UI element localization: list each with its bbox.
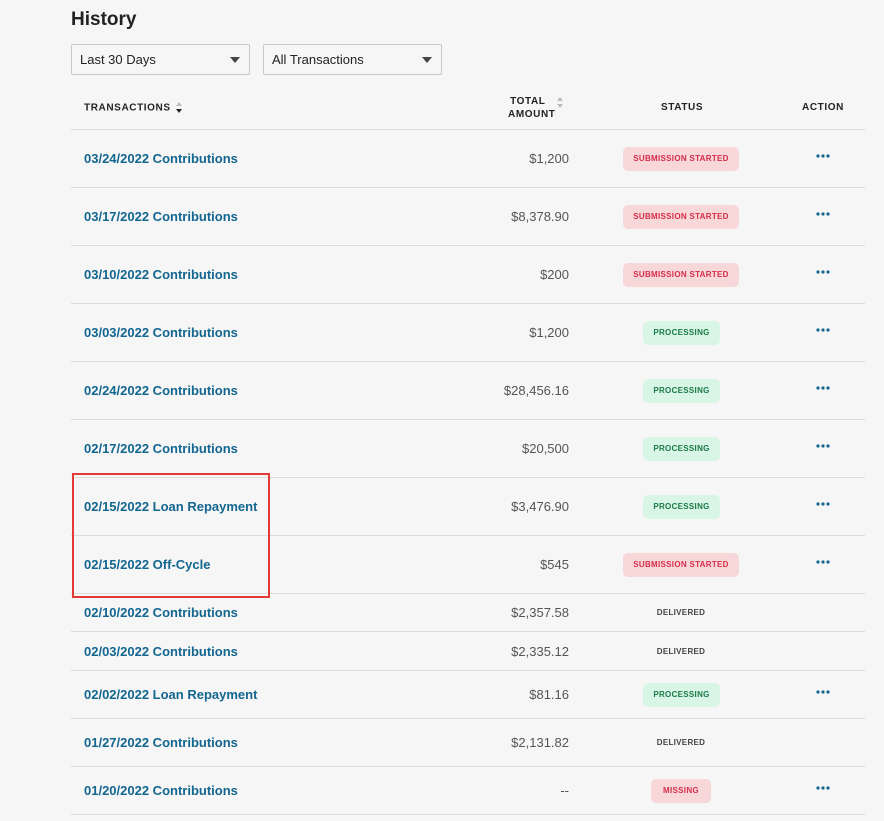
status-badge: DELIVERED [656, 646, 706, 656]
more-horizontal-icon[interactable] [816, 153, 830, 163]
total-amount: $20,500 [522, 441, 569, 456]
total-amount: $1,200 [529, 325, 569, 340]
transaction-link[interactable]: 02/10/2022 Contributions [84, 605, 238, 620]
table-header: TRANSACTIONS TOTAL AMOUNT STATUS ACTION [71, 89, 865, 130]
table-row: 03/10/2022 Contributions $200 SUBMISSION S… [71, 246, 865, 304]
status-badge: PROCESSING [643, 321, 720, 345]
header-action: ACTION [802, 102, 844, 113]
more-horizontal-icon[interactable] [816, 269, 830, 279]
table-row: 03/24/2022 Contributions $1,200 SUBMISSION… [71, 130, 865, 188]
transaction-link[interactable]: 03/17/2022 Contributions [84, 209, 238, 224]
sort-icon[interactable] [557, 97, 565, 109]
more-horizontal-icon[interactable] [816, 443, 830, 453]
caret-down-icon [422, 57, 432, 63]
more-horizontal-icon[interactable] [816, 385, 830, 395]
more-horizontal-icon[interactable] [816, 211, 830, 221]
transaction-link[interactable]: 02/17/2022 Contributions [84, 441, 238, 456]
transaction-link[interactable]: 02/24/2022 Contributions [84, 383, 238, 398]
page-title: History [71, 9, 137, 30]
status-badge: SUBMISSION STARTED [623, 205, 739, 229]
transaction-type-select[interactable]: All Transactions [263, 44, 442, 75]
header-transactions-label: TRANSACTIONS [84, 102, 171, 114]
header-total-amount-line1: TOTAL [510, 96, 546, 107]
highlight-box [72, 473, 270, 598]
header-total-amount[interactable]: TOTAL AMOUNT [508, 95, 564, 121]
caret-down-icon [230, 57, 240, 63]
status-badge: DELIVERED [656, 608, 706, 617]
table-row: 03/03/2022 Contributions $1,200 PROCESSING [71, 304, 865, 362]
header-total-amount-line2-wrap: AMOUNT [508, 97, 564, 121]
table-row: 02/10/2022 Contributions $2,357.58 DELIVER… [71, 594, 865, 632]
transaction-link[interactable]: 03/03/2022 Contributions [84, 325, 238, 340]
status-badge: SUBMISSION STARTED [623, 263, 739, 287]
total-amount: $8,378.90 [511, 209, 569, 224]
status-badge: DELIVERED [656, 738, 706, 747]
header-transactions[interactable]: TRANSACTIONS [84, 102, 184, 114]
total-amount: $200 [540, 267, 569, 282]
transaction-link[interactable]: 03/24/2022 Contributions [84, 151, 238, 166]
total-amount: $3,476.90 [511, 499, 569, 514]
sort-icon[interactable] [176, 102, 184, 114]
table-row: 02/17/2022 Contributions $20,500 PROCESSIN… [71, 420, 865, 478]
transaction-link[interactable]: 01/27/2022 Contributions [84, 735, 238, 750]
total-amount: $2,131.82 [511, 735, 569, 750]
table-row: 02/02/2022 Loan Repayment $81.16 PROCESSIN… [71, 671, 865, 719]
table-row: 02/24/2022 Contributions $28,456.16 PROCES… [71, 362, 865, 420]
more-horizontal-icon[interactable] [816, 501, 830, 511]
more-horizontal-icon[interactable] [816, 785, 830, 795]
history-table: TRANSACTIONS TOTAL AMOUNT STATUS ACTION … [71, 89, 865, 815]
status-badge: SUBMISSION STARTED [623, 553, 739, 577]
status-badge: PROCESSING [643, 683, 720, 707]
total-amount: $28,456.16 [503, 383, 569, 398]
total-amount: $2,357.58 [511, 605, 569, 620]
transaction-link[interactable]: 02/02/2022 Loan Repayment [84, 687, 257, 702]
more-horizontal-icon[interactable] [816, 689, 830, 699]
table-row: 02/03/2022 Contributions $2,335.12 DELIVER… [71, 632, 865, 671]
total-amount: $545 [540, 557, 569, 572]
status-badge: SUBMISSION STARTED [623, 147, 739, 171]
transaction-link[interactable]: 01/20/2022 Contributions [84, 783, 238, 798]
more-horizontal-icon[interactable] [816, 559, 830, 569]
transaction-link[interactable]: 03/10/2022 Contributions [84, 267, 238, 282]
total-amount: $81.16 [529, 687, 569, 702]
transaction-link[interactable]: 02/03/2022 Contributions [84, 644, 238, 659]
more-horizontal-icon[interactable] [816, 327, 830, 337]
table-row: 03/17/2022 Contributions $8,378.90 SUBMISS… [71, 188, 865, 246]
transaction-type-value: All Transactions [272, 52, 364, 67]
table-row: 01/27/2022 Contributions $2,131.82 DELIVER… [71, 719, 865, 767]
period-filter-select[interactable]: Last 30 Days [71, 44, 250, 75]
total-amount: -- [560, 783, 569, 798]
status-badge: PROCESSING [643, 379, 720, 403]
header-total-amount-line2: AMOUNT [508, 109, 556, 120]
status-badge: PROCESSING [643, 495, 720, 519]
total-amount: $2,335.12 [511, 643, 569, 659]
status-badge: MISSING [651, 779, 711, 803]
period-filter-value: Last 30 Days [80, 52, 156, 67]
total-amount: $1,200 [529, 151, 569, 166]
status-badge: PROCESSING [643, 437, 720, 461]
header-status: STATUS [661, 102, 704, 113]
table-row: 01/20/2022 Contributions -- MISSING [71, 767, 865, 815]
